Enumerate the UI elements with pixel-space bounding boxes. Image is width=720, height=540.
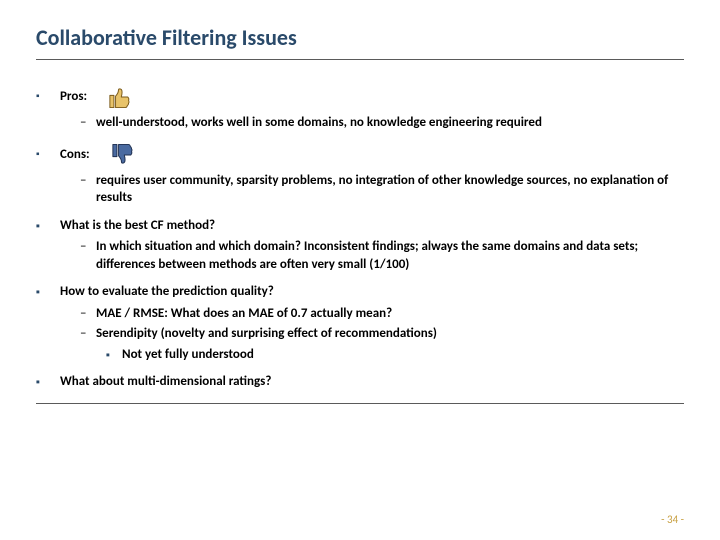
slide-content: Pros: well-understood, works well in som… [36,84,684,404]
thumbs-down-icon [108,142,134,168]
q2-label: How to evaluate the prediction quality? [36,283,684,301]
cons-row: Cons: [36,142,684,168]
q2-subitem-0: Not yet fully understood [36,346,684,364]
thumbs-up-icon [105,84,131,110]
page-number: - 34 - [661,513,684,526]
slide-title: Collaborative Filtering Issues [36,24,684,51]
bottom-divider [36,403,684,404]
pros-label: Pros: [60,88,87,106]
slide: Collaborative Filtering Issues Pros: wel… [0,0,720,540]
q2-item-0: MAE / RMSE: What does an MAE of 0.7 actu… [36,305,684,323]
pros-item: well-understood, works well in some doma… [36,114,684,132]
pros-row: Pros: [36,84,684,110]
title-divider [36,59,684,60]
q1-item: In which situation and which domain? Inc… [36,238,684,273]
q2-item-1: Serendipity (novelty and surprising effe… [36,325,684,343]
cons-label: Cons: [60,146,90,164]
cons-item: requires user community, sparsity proble… [36,172,684,207]
q3-label: What about multi-dimensional ratings? [36,373,684,391]
q1-label: What is the best CF method? [36,217,684,235]
